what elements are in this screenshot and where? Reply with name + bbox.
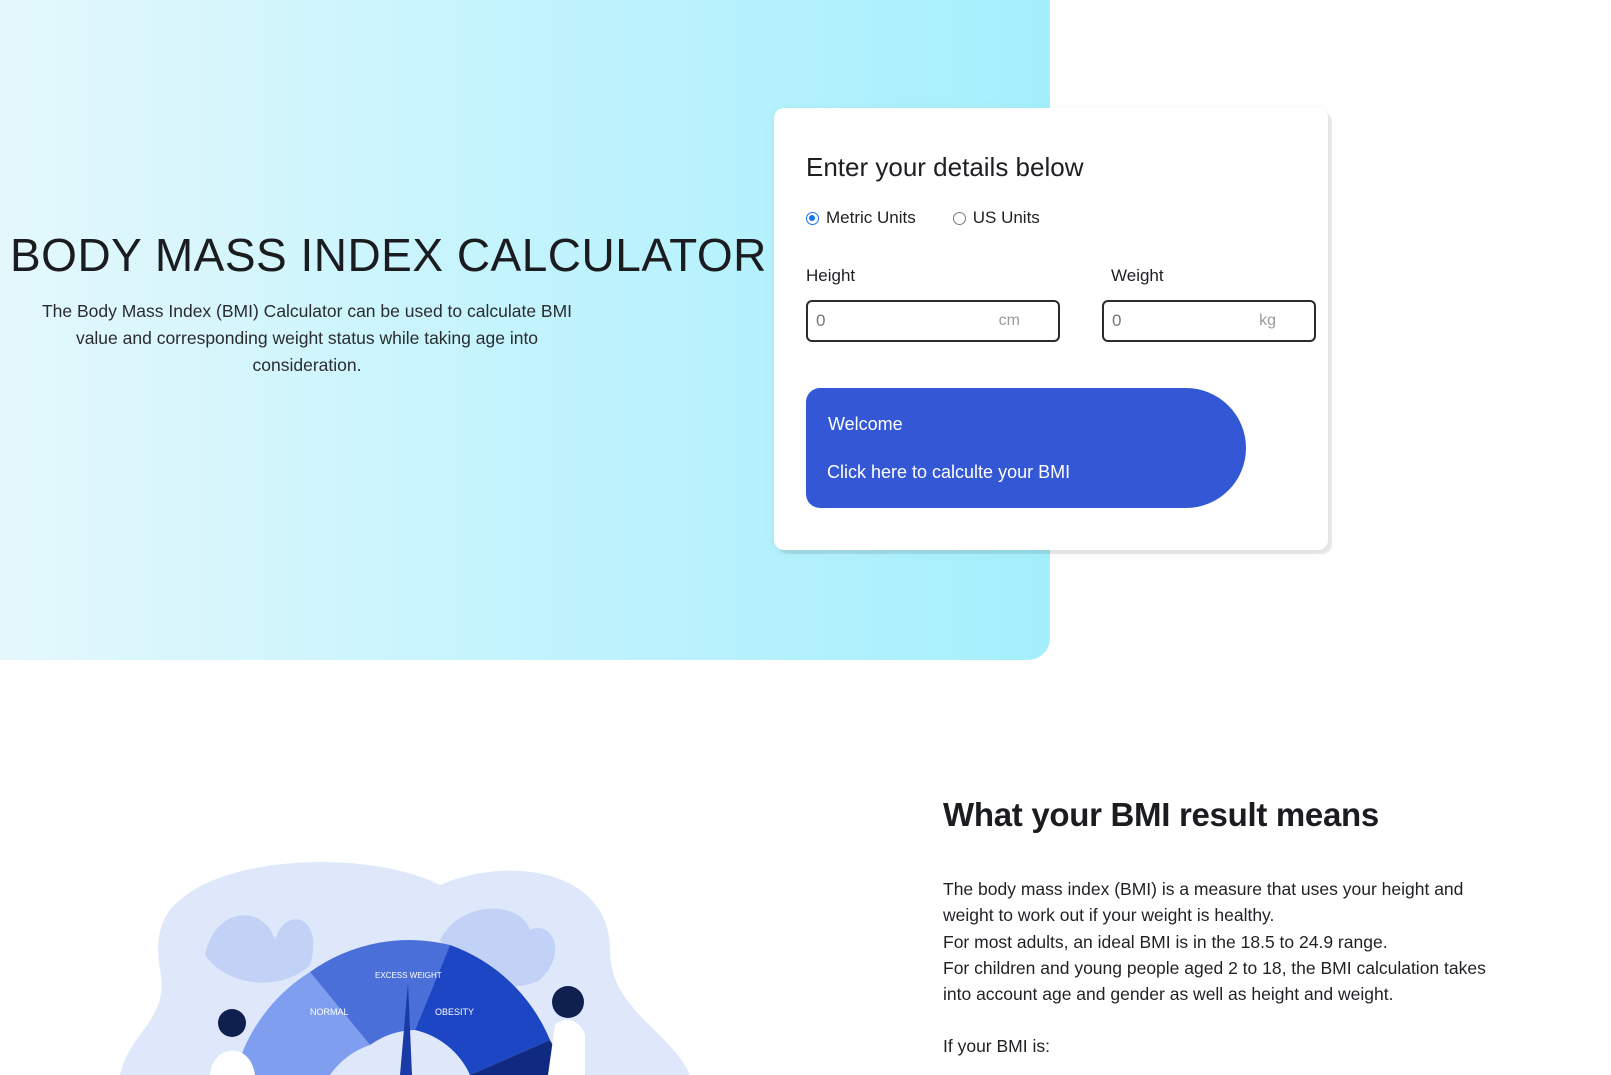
us-units-radio[interactable]: US Units [952, 208, 1040, 228]
weight-unit: kg [1259, 312, 1276, 329]
info-line: If your BMI is: [943, 1036, 1050, 1057]
unit-selector: Metric Units US Units [806, 208, 1077, 228]
gauge-label-obesity: OBESITY [435, 1007, 474, 1017]
bmi-gauge-illustration: NORMAL EXCESS WEIGHT OBESITY [110, 860, 710, 1075]
radio-unselected-icon[interactable] [952, 211, 966, 225]
weight-input[interactable]: 0 kg [1102, 300, 1316, 342]
us-units-label: US Units [972, 208, 1040, 227]
height-label: Height [806, 266, 856, 285]
form-title: Enter your details below [806, 152, 1084, 182]
person-left-head [218, 1009, 246, 1037]
cta-action-text: Click here to calculte your BMI [827, 462, 1071, 482]
page-title: BODY MASS INDEX CALCULATOR [10, 229, 767, 281]
metric-units-radio[interactable]: Metric Units [806, 208, 916, 228]
gauge-label-normal: NORMAL [310, 1007, 349, 1017]
info-line: For children and young people aged 2 to … [943, 957, 1486, 978]
weight-value: 0 [1112, 311, 1122, 330]
person-right-head [552, 986, 584, 1018]
calculate-bmi-button[interactable]: Welcome Click here to calculte your BMI [806, 388, 1246, 508]
bmi-gauge-graphic: NORMAL EXCESS WEIGHT OBESITY [120, 862, 690, 1075]
info-line: For most adults, an ideal BMI is in the … [943, 931, 1388, 952]
height-value: 0 [816, 311, 826, 330]
height-input[interactable]: 0 cm [806, 300, 1060, 342]
bmi-form-card: Enter your details below Metric Units US… [774, 108, 1328, 550]
gauge-label-excess: EXCESS WEIGHT [375, 971, 442, 980]
height-unit: cm [998, 312, 1020, 329]
info-line: into account age and gender as well as h… [943, 984, 1394, 1005]
cta-welcome-text: Welcome [828, 414, 903, 434]
hero-subtitle: The Body Mass Index (BMI) Calculator can… [41, 301, 573, 375]
bmi-meaning-title: What your BMI result means [943, 796, 1379, 833]
weight-label: Weight [1111, 266, 1164, 285]
bmi-meaning-text: The body mass index (BMI) is a measure t… [943, 876, 1503, 1060]
metric-units-label: Metric Units [826, 208, 916, 227]
radio-selected-icon[interactable] [806, 211, 819, 225]
info-line: The body mass index (BMI) is a measure t… [943, 879, 1464, 926]
